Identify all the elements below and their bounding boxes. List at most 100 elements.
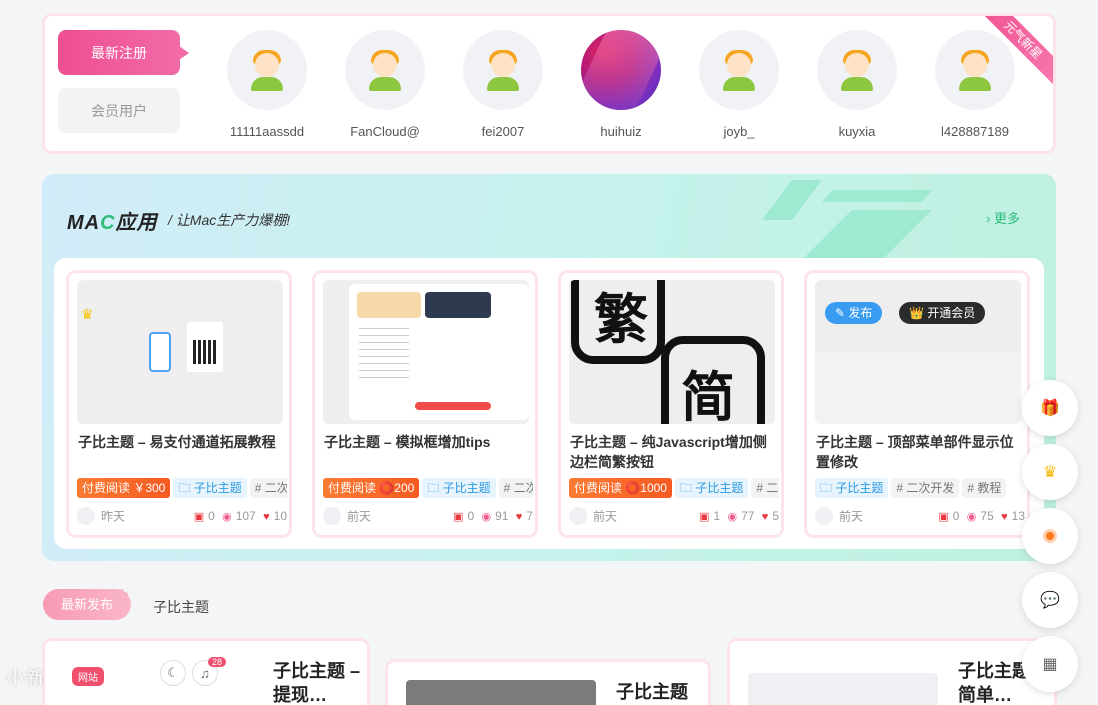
category-tag[interactable]: 🗀 子比主题 [815, 478, 889, 498]
avatar-photo[interactable] [581, 30, 661, 110]
comment-count: 0 [208, 509, 215, 523]
site-brand-text: 小新 [6, 668, 46, 688]
floating-toolbar: 小新 网站 ☾ ♫ 28 [0, 655, 260, 695]
checkin-button[interactable] [1022, 508, 1078, 564]
view-count: 91 [495, 509, 509, 523]
post-title[interactable]: 子比主题 – 纯Javascript增加侧边栏简繁按钮 [570, 432, 778, 472]
paid-badge[interactable]: 付费阅读 ￥300 [77, 478, 171, 498]
post-card[interactable]: 子比主题 [385, 659, 711, 705]
post-meta: 前天 ▣ 0 ◉ 75 ♥ 13 [815, 507, 1025, 527]
post-time: 昨天 [101, 509, 126, 524]
post-title[interactable]: 子比主题 – 提现… [273, 659, 363, 705]
member-card[interactable]: fei2007 [453, 30, 553, 139]
member-card[interactable]: FanCloud@ [335, 30, 435, 139]
post-title[interactable]: 子比主题 [616, 680, 706, 704]
vip-pill: 👑 开通会员 [899, 302, 986, 324]
mac-apps-section: MAC应用 / 让Mac生产力爆棚! › 更多 ♛ 子比主题 – 易支付通道拓展… [42, 174, 1056, 561]
post-title[interactable]: 子比主题 – 易支付通道拓展教程 [78, 432, 286, 452]
author-avatar[interactable] [569, 507, 587, 525]
topic-tag[interactable]: # 教程 [962, 478, 1007, 498]
avatar[interactable] [463, 30, 543, 110]
gift-button[interactable]: 🎁 [1022, 380, 1078, 436]
member-name[interactable]: l428887189 [925, 124, 1025, 139]
comment-count: 0 [952, 509, 960, 523]
topic-tag[interactable]: # 二次开发 [751, 478, 779, 498]
view-count: 77 [741, 509, 755, 523]
member-card[interactable]: 11111aassdd [217, 30, 317, 139]
member-card[interactable]: huihuiz [571, 30, 671, 139]
publish-pill: ✎ 发布 [825, 302, 883, 324]
post-thumbnail[interactable]: 繁 简 [569, 280, 775, 424]
fan-jian-logo: 繁 简 [571, 280, 765, 424]
post-card[interactable]: ✎ 发布 👑 开通会员 子比主题 – 顶部菜单部件显示位置修改 🗀 子比主题 # … [804, 270, 1030, 538]
post-card[interactable]: ♛ 子比主题 – 易支付通道拓展教程 付费阅读 ￥300🗀 子比主题# 二次开发… [66, 270, 292, 538]
post-title[interactable]: 子比主题 – 顶部菜单部件显示位置修改 [816, 432, 1024, 472]
post-meta: 前天 ▣ 1 ◉ 77 ♥ 5 [569, 507, 779, 527]
topic-tag[interactable]: # 二次开发 [498, 478, 533, 498]
comment-icon: ▣ [699, 511, 710, 523]
member-card[interactable]: joyb_ [689, 30, 789, 139]
post-thumbnail[interactable] [748, 673, 938, 705]
topic-tag[interactable]: # 二次开发 [891, 478, 960, 498]
view-icon: ◉ [222, 511, 232, 523]
comment-icon: ▣ [193, 511, 205, 523]
member-card[interactable]: kuyxia [807, 30, 907, 139]
paid-badge[interactable]: 付费阅读 ⭕200 [323, 478, 420, 498]
post-thumbnail[interactable]: ✎ 发布 👑 开通会员 [815, 280, 1021, 424]
category-tag[interactable]: 🗀 子比主题 [422, 478, 496, 498]
like-icon: ♥ [1001, 511, 1008, 523]
comment-icon: ▣ [938, 511, 949, 523]
post-meta: 昨天 ▣ 0 ◉ 107 ♥ 10 [77, 507, 287, 527]
topic-tag[interactable]: # 二次开发 [249, 478, 287, 498]
member-name[interactable]: FanCloud@ [335, 124, 435, 139]
author-avatar[interactable] [77, 507, 95, 525]
avatar[interactable] [699, 30, 779, 110]
orange-dot-icon [1043, 529, 1057, 543]
member-name[interactable]: fei2007 [453, 124, 553, 139]
member-card[interactable]: l428887189 [925, 30, 1025, 139]
post-card[interactable]: 子比主题 – 简单… [727, 638, 1057, 705]
post-card[interactable]: 繁 简 子比主题 – 纯Javascript增加侧边栏简繁按钮 付费阅读 ⭕10… [558, 270, 784, 538]
post-thumbnail[interactable] [406, 680, 596, 705]
tab-new-registered[interactable]: 最新注册 [58, 30, 189, 75]
member-name[interactable]: kuyxia [807, 124, 907, 139]
tab-latest[interactable]: 最新发布 ✿ [43, 586, 131, 620]
paid-badge[interactable]: 付费阅读 ⭕1000 [569, 478, 672, 498]
decorative-stripes [762, 180, 932, 260]
post-thumbnail[interactable]: ♛ [77, 280, 283, 424]
qrcode-icon: ▦ [1042, 656, 1058, 673]
vip-button[interactable]: ♛ [1022, 444, 1078, 500]
section-subtitle: / 让Mac生产力爆棚! [168, 212, 291, 228]
post-card[interactable]: 子比主题 – 模拟框增加tips 付费阅读 ⭕200🗀 子比主题# 二次开发 前… [312, 270, 538, 538]
member-name[interactable]: huihuiz [571, 124, 671, 139]
tab-vip-members[interactable]: 会员用户 [58, 88, 180, 133]
post-thumbnail[interactable] [323, 280, 529, 424]
crown-icon: ♛ [1042, 464, 1058, 481]
tab-zibi-theme[interactable]: 子比主题 [153, 597, 209, 617]
category-tag[interactable]: 🗀 子比主题 [173, 478, 247, 498]
avatar[interactable] [227, 30, 307, 110]
modal-preview [349, 284, 529, 420]
more-link[interactable]: › 更多 [986, 208, 1020, 227]
members-panel: 最新注册 会员用户 11111aassdd FanCloud@ fei2007 … [42, 13, 1056, 154]
view-count: 75 [980, 509, 994, 523]
like-icon: ♥ [263, 511, 270, 523]
member-name[interactable]: joyb_ [689, 124, 789, 139]
gift-icon: 🎁 [1040, 400, 1060, 417]
qrcode-image [187, 322, 223, 372]
author-avatar[interactable] [323, 507, 341, 525]
avatar[interactable] [935, 30, 1015, 110]
author-avatar[interactable] [815, 507, 833, 525]
category-tag[interactable]: 🗀 子比主题 [674, 478, 749, 498]
comment-icon: ▣ [453, 511, 464, 523]
avatar[interactable] [817, 30, 897, 110]
site-badge: 网站 [72, 667, 104, 686]
avatar[interactable] [345, 30, 425, 110]
cards-container: ♛ 子比主题 – 易支付通道拓展教程 付费阅读 ￥300🗀 子比主题# 二次开发… [54, 258, 1044, 549]
member-name[interactable]: 11111aassdd [217, 124, 317, 139]
qrcode-button[interactable]: ▦ [1022, 636, 1078, 692]
post-title[interactable]: 子比主题 – 模拟框增加tips [324, 432, 532, 452]
like-count: 5 [772, 509, 779, 523]
theme-toggle-icon[interactable]: ☾ [160, 660, 186, 686]
wechat-button[interactable]: 💬 [1022, 572, 1078, 628]
